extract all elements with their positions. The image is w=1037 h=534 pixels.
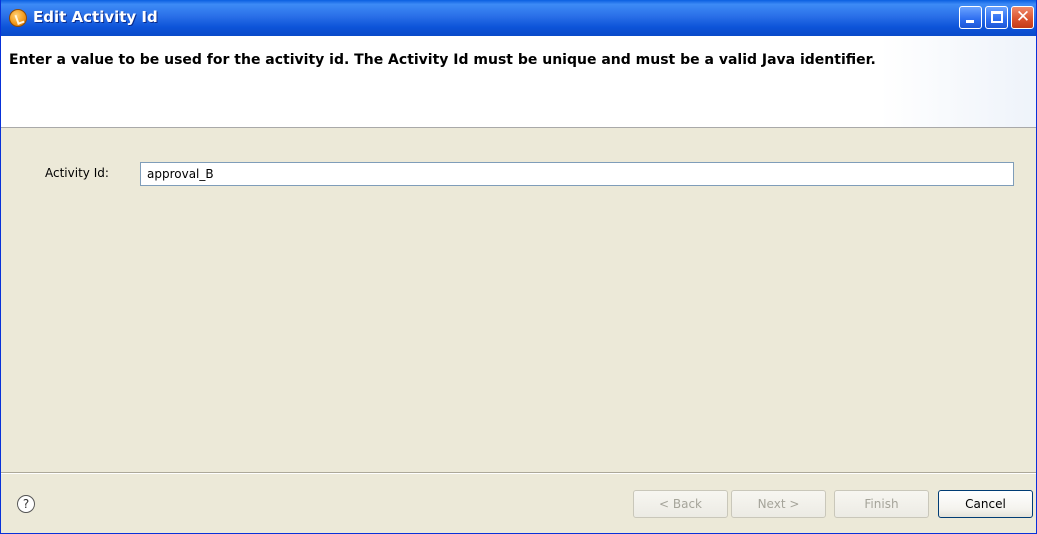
finish-button[interactable]: Finish bbox=[834, 490, 929, 518]
minimize-button[interactable] bbox=[959, 6, 982, 29]
next-button[interactable]: Next > bbox=[731, 490, 826, 518]
maximize-button[interactable] bbox=[985, 6, 1008, 29]
back-button[interactable]: < Back bbox=[633, 490, 728, 518]
minimize-icon bbox=[966, 20, 974, 23]
message-banner: Enter a value to be used for the activit… bbox=[1, 36, 1036, 128]
app-icon bbox=[9, 9, 27, 27]
activity-id-input[interactable] bbox=[140, 162, 1014, 186]
footer-separator bbox=[1, 472, 1036, 474]
close-icon: ✕ bbox=[1015, 7, 1031, 27]
title-bar[interactable]: Edit Activity Id ✕ bbox=[1, 0, 1036, 36]
window-title: Edit Activity Id bbox=[33, 8, 158, 26]
cancel-button[interactable]: Cancel bbox=[938, 490, 1033, 518]
close-button[interactable]: ✕ bbox=[1011, 6, 1034, 29]
banner-message: Enter a value to be used for the activit… bbox=[9, 52, 876, 68]
maximize-icon bbox=[991, 11, 1003, 23]
edit-activity-id-dialog: Edit Activity Id ✕ Enter a value to be u… bbox=[0, 0, 1037, 534]
help-icon[interactable]: ? bbox=[17, 495, 35, 513]
activity-id-label: Activity Id: bbox=[45, 166, 109, 180]
